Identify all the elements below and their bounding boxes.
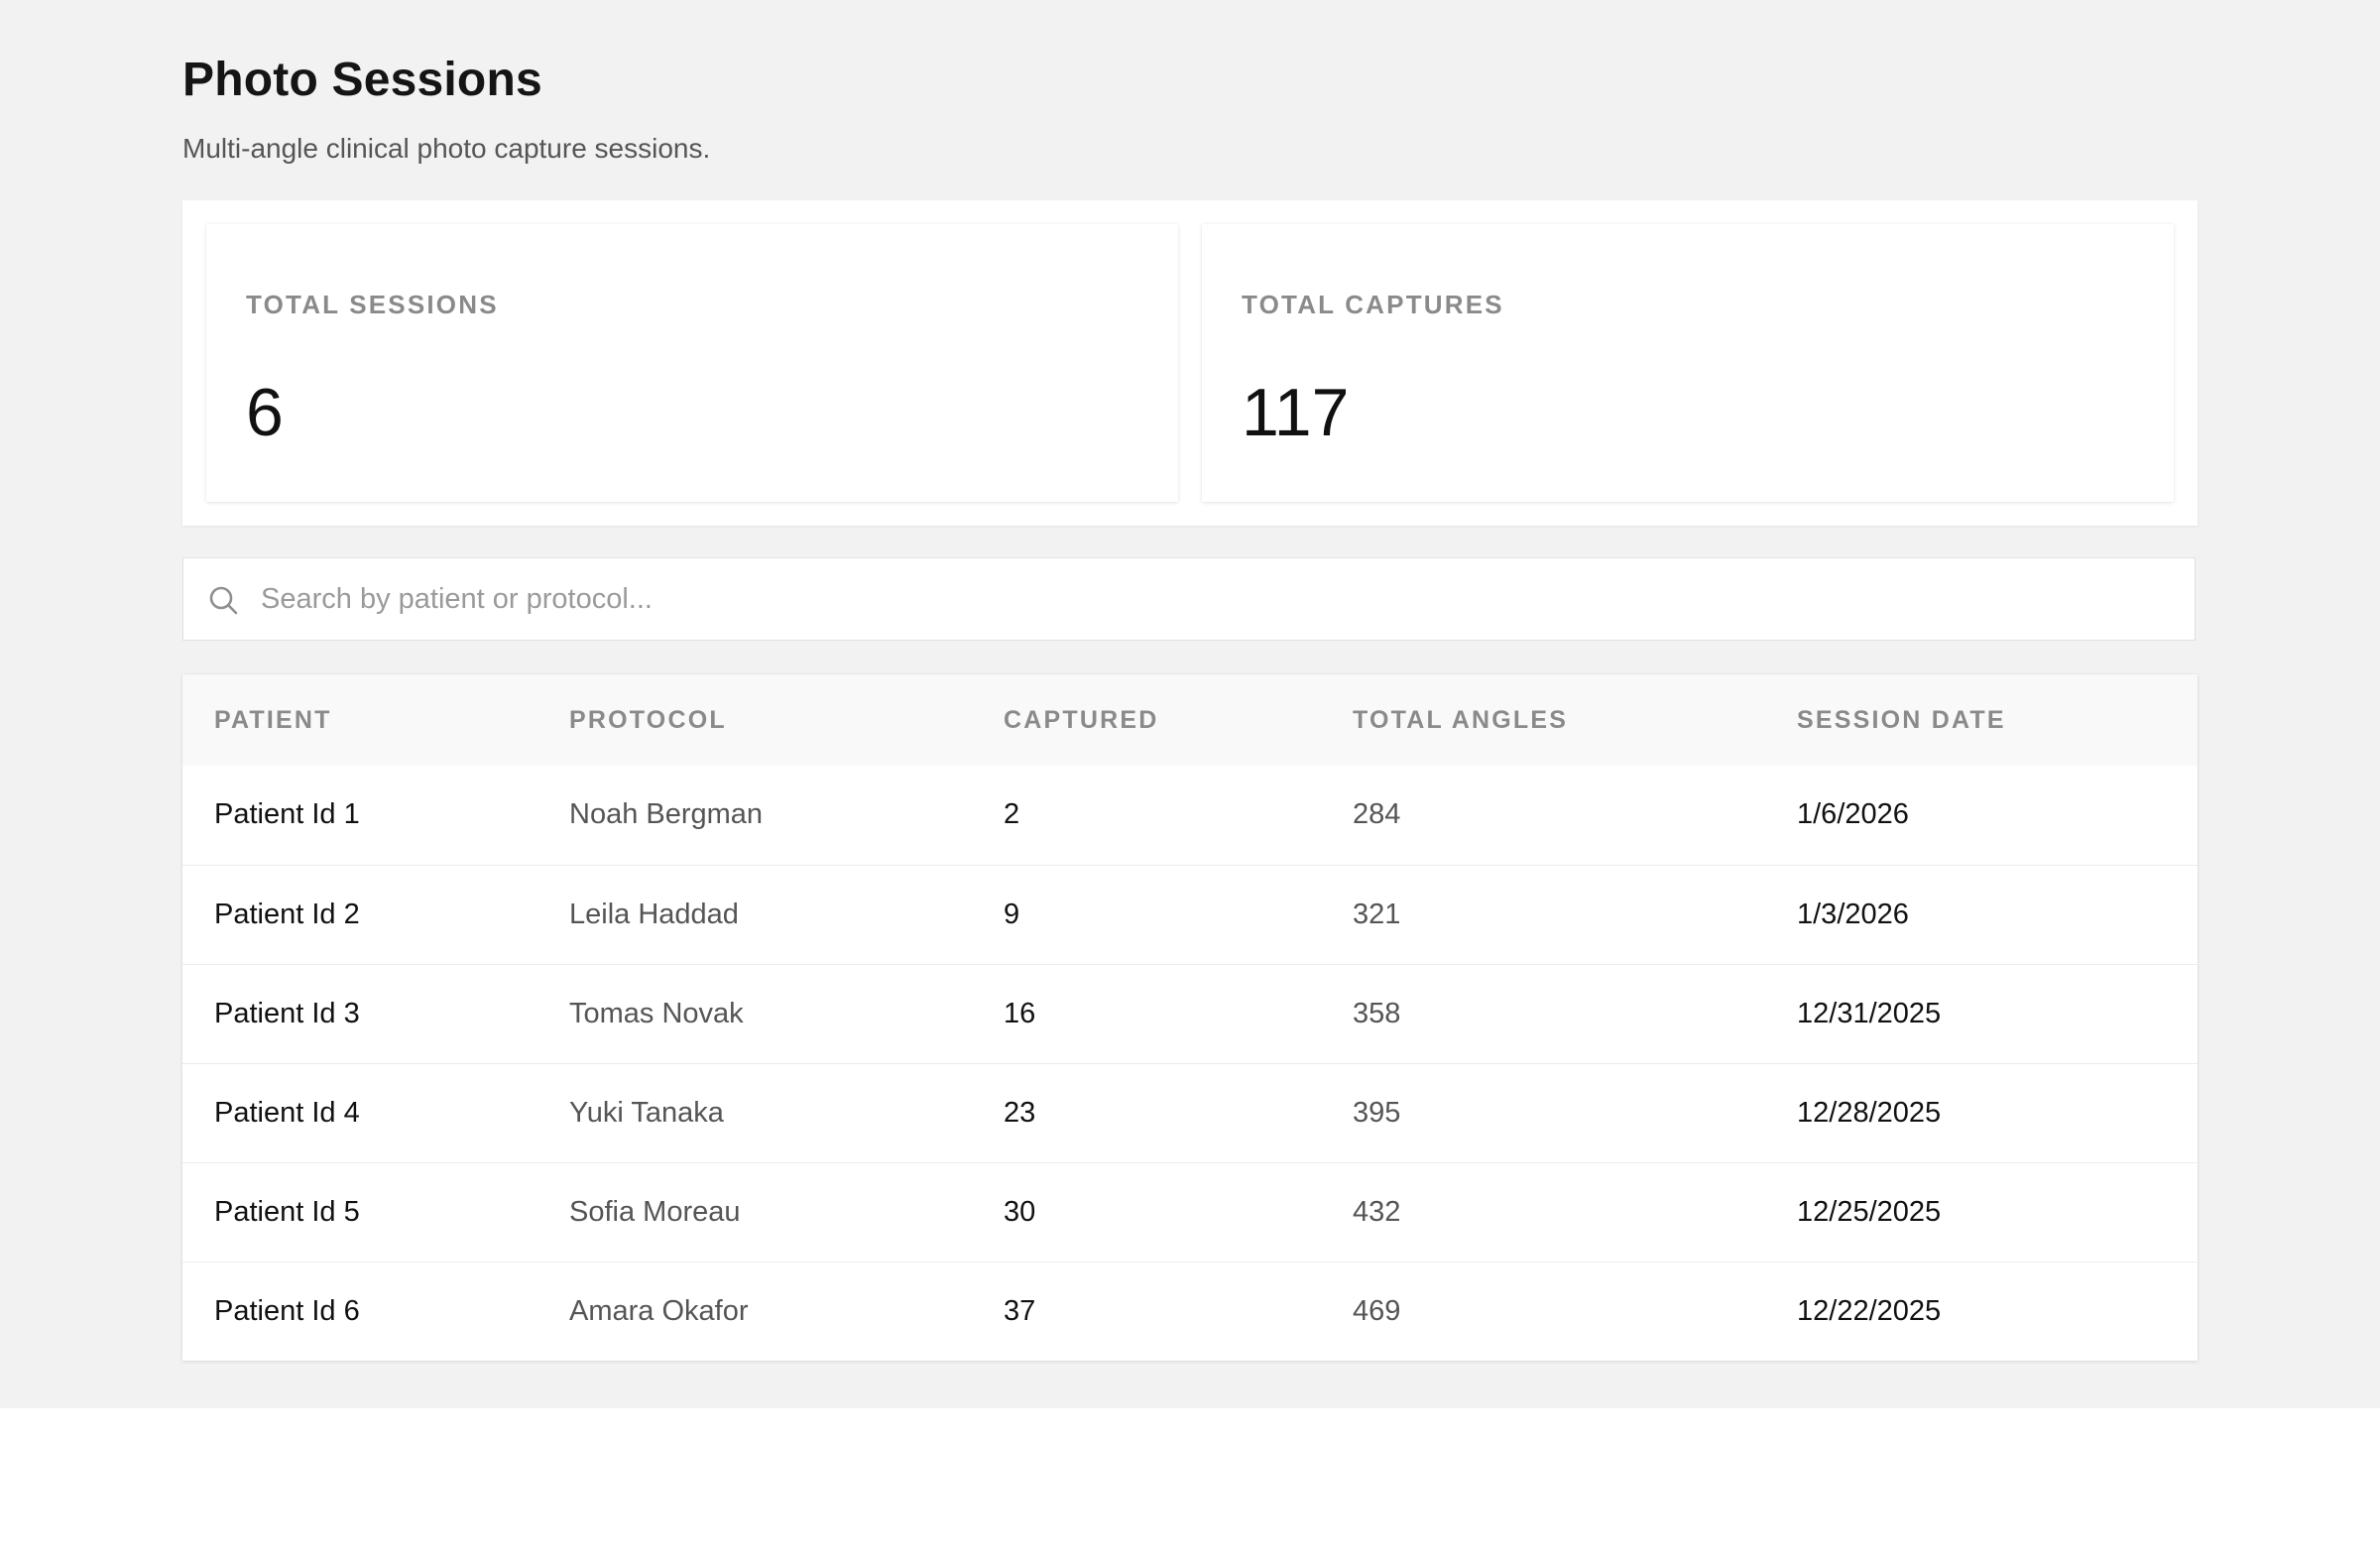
cell-captured: 2 xyxy=(1004,798,1020,831)
total-captures-value: 117 xyxy=(1242,375,1350,450)
cell-session-date: 12/25/2025 xyxy=(1797,1195,1942,1228)
search-box[interactable] xyxy=(182,557,2196,641)
column-header-patient[interactable]: PATIENT xyxy=(182,674,537,766)
table-row[interactable]: Patient Id 3 Tomas Novak 16 358 12/31/20… xyxy=(182,964,2198,1063)
cell-captured: 23 xyxy=(1004,1096,1036,1129)
cell-total-angles: 284 xyxy=(1353,798,1401,831)
cell-session-date: 12/31/2025 xyxy=(1797,997,1942,1029)
sessions-table: PATIENT PROTOCOL CAPTURED TOTAL ANGLES S… xyxy=(182,674,2198,1361)
search-icon xyxy=(209,586,238,615)
total-sessions-label: TOTAL SESSIONS xyxy=(246,290,499,319)
page-subtitle: Multi-angle clinical photo capture sessi… xyxy=(182,133,711,164)
cell-protocol: Noah Bergman xyxy=(569,798,764,831)
cell-patient: Patient Id 5 xyxy=(214,1195,360,1228)
table-row[interactable]: Patient Id 1 Noah Bergman 2 284 1/6/2026 xyxy=(182,766,2198,865)
column-header-total-angles[interactable]: TOTAL ANGLES xyxy=(1321,674,1765,766)
cell-session-date: 1/6/2026 xyxy=(1797,798,1909,831)
cell-session-date: 12/22/2025 xyxy=(1797,1294,1942,1327)
sessions-table-card: PATIENT PROTOCOL CAPTURED TOTAL ANGLES S… xyxy=(182,674,2198,1361)
cell-captured: 9 xyxy=(1004,898,1020,930)
cell-session-date: 12/28/2025 xyxy=(1797,1096,1942,1129)
table-header-row: PATIENT PROTOCOL CAPTURED TOTAL ANGLES S… xyxy=(182,674,2198,766)
column-header-session-date[interactable]: SESSION DATE xyxy=(1765,674,2198,766)
cell-patient: Patient Id 3 xyxy=(214,997,360,1029)
cell-session-date: 1/3/2026 xyxy=(1797,898,1909,930)
cell-total-angles: 469 xyxy=(1353,1294,1401,1327)
column-header-captured[interactable]: CAPTURED xyxy=(972,674,1321,766)
table-row[interactable]: Patient Id 5 Sofia Moreau 30 432 12/25/2… xyxy=(182,1162,2198,1262)
cell-protocol: Sofia Moreau xyxy=(569,1195,741,1228)
cell-protocol: Yuki Tanaka xyxy=(569,1096,724,1129)
column-header-protocol[interactable]: PROTOCOL xyxy=(537,674,972,766)
stats-panel: TOTAL SESSIONS 6 TOTAL CAPTURES 117 xyxy=(182,200,2198,526)
cell-protocol: Leila Haddad xyxy=(569,898,739,930)
cell-total-angles: 358 xyxy=(1353,997,1401,1029)
cell-patient: Patient Id 2 xyxy=(214,898,360,930)
cell-total-angles: 321 xyxy=(1353,898,1401,930)
total-captures-card: TOTAL CAPTURES 117 xyxy=(1202,224,2174,502)
total-sessions-card: TOTAL SESSIONS 6 xyxy=(206,224,1178,502)
table-row[interactable]: Patient Id 6 Amara Okafor 37 469 12/22/2… xyxy=(182,1262,2198,1361)
table-row[interactable]: Patient Id 4 Yuki Tanaka 23 395 12/28/20… xyxy=(182,1063,2198,1162)
cell-total-angles: 395 xyxy=(1353,1096,1401,1129)
cell-patient: Patient Id 6 xyxy=(214,1294,360,1327)
cell-protocol: Tomas Novak xyxy=(569,997,744,1029)
total-captures-label: TOTAL CAPTURES xyxy=(1242,290,1504,319)
cell-captured: 37 xyxy=(1004,1294,1036,1327)
cell-patient: Patient Id 4 xyxy=(214,1096,360,1129)
total-sessions-value: 6 xyxy=(246,375,284,450)
table-row[interactable]: Patient Id 2 Leila Haddad 9 321 1/3/2026 xyxy=(182,865,2198,964)
page-title: Photo Sessions xyxy=(182,54,542,106)
cell-protocol: Amara Okafor xyxy=(569,1294,749,1327)
search-input[interactable] xyxy=(261,558,2145,640)
cell-total-angles: 432 xyxy=(1353,1195,1401,1228)
cell-captured: 16 xyxy=(1004,997,1036,1029)
cell-captured: 30 xyxy=(1004,1195,1036,1228)
cell-patient: Patient Id 1 xyxy=(214,798,360,831)
